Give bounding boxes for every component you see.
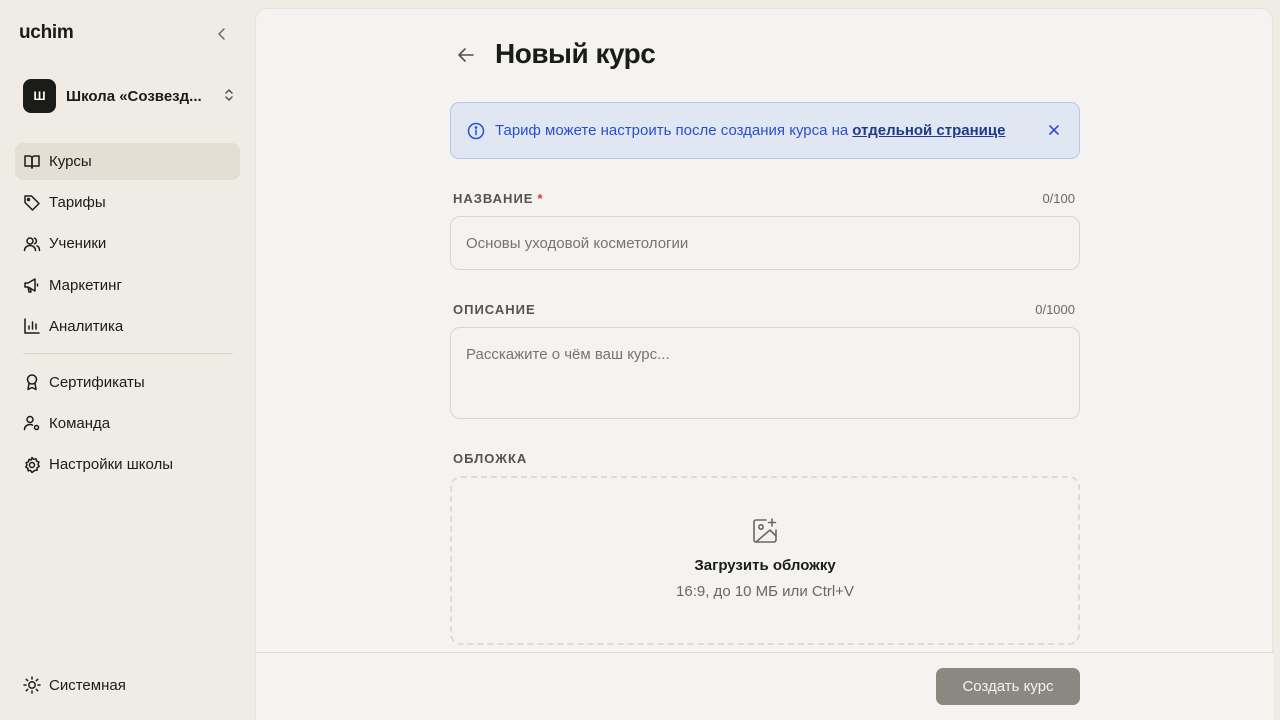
info-icon	[467, 122, 485, 140]
close-icon	[1049, 125, 1059, 135]
school-avatar: Ш	[23, 79, 56, 113]
chevron-left-icon	[218, 28, 225, 40]
course-description-input[interactable]	[450, 327, 1080, 419]
megaphone-icon	[23, 276, 41, 294]
alert-close-button[interactable]	[1045, 121, 1063, 139]
sidebar-nav: Курсы Тарифы Ученики Маркетинг Аналитика	[15, 143, 240, 487]
sidebar-item-label: Сертификаты	[49, 373, 145, 391]
sidebar-item-label: Настройки школы	[49, 456, 174, 474]
name-label: НАЗВАНИЕ *	[453, 191, 544, 206]
sidebar-item-tariffs[interactable]: Тарифы	[15, 184, 240, 221]
theme-label: Системная	[49, 676, 126, 694]
collapse-sidebar-button[interactable]	[212, 24, 232, 44]
sidebar-item-label: Маркетинг	[49, 276, 122, 294]
sidebar-item-courses[interactable]: Курсы	[15, 143, 240, 180]
school-switcher[interactable]: Ш Школа «Созвезд...	[23, 79, 235, 113]
sidebar-item-school-settings[interactable]: Настройки школы	[15, 446, 240, 483]
main-panel: Новый курс Тариф можете настроить после …	[255, 8, 1274, 720]
sidebar-item-label: Аналитика	[49, 317, 124, 335]
sidebar-item-label: Команда	[49, 414, 111, 432]
cover-label: ОБЛОЖКА	[453, 451, 528, 466]
sidebar-divider	[23, 352, 233, 354]
sidebar: uchim Ш Школа «Созвезд... Курсы Тарифы У…	[0, 0, 255, 720]
tag-icon	[23, 194, 41, 212]
upload-hint: 16:9, до 10 МБ или Ctrl+V	[676, 583, 854, 600]
description-label: ОПИСАНИЕ	[453, 302, 536, 317]
sidebar-item-certificates[interactable]: Сертификаты	[15, 364, 240, 401]
bar-chart-icon	[23, 317, 41, 335]
name-label-text: НАЗВАНИЕ	[453, 191, 534, 206]
users-icon	[23, 235, 41, 253]
info-alert: Тариф можете настроить после создания ку…	[450, 102, 1080, 159]
page-title: Новый курс	[495, 38, 656, 69]
back-button[interactable]	[456, 45, 476, 65]
sidebar-item-analytics[interactable]: Аналитика	[15, 308, 240, 345]
image-plus-icon	[751, 517, 779, 545]
sidebar-item-label: Ученики	[49, 235, 107, 253]
book-icon	[23, 153, 41, 171]
alert-link[interactable]: отдельной странице	[852, 122, 1005, 139]
description-counter: 0/1000	[1035, 302, 1075, 317]
chevron-up-down-icon	[223, 87, 235, 108]
school-name: Школа «Созвезд...	[66, 87, 202, 105]
course-name-input[interactable]	[450, 216, 1080, 270]
user-settings-icon	[23, 414, 41, 432]
sidebar-item-students[interactable]: Ученики	[15, 225, 240, 262]
gear-icon	[23, 456, 41, 474]
sidebar-item-label: Тарифы	[49, 194, 106, 212]
brand-logo: uchim	[19, 22, 74, 43]
name-counter: 0/100	[1042, 191, 1075, 206]
cover-upload-dropzone[interactable]: Загрузить обложку 16:9, до 10 МБ или Ctr…	[450, 476, 1080, 645]
sidebar-item-marketing[interactable]: Маркетинг	[15, 267, 240, 304]
footer-bar: Создать курс	[256, 652, 1274, 720]
sidebar-item-team[interactable]: Команда	[15, 405, 240, 442]
sidebar-item-label: Курсы	[49, 153, 92, 170]
upload-title: Загрузить обложку	[694, 557, 836, 574]
required-marker: *	[537, 191, 544, 206]
arrow-left-icon	[458, 48, 474, 62]
award-icon	[23, 373, 41, 391]
create-course-button[interactable]: Создать курс	[936, 668, 1080, 705]
theme-toggle[interactable]: Системная	[23, 676, 126, 694]
alert-text: Тариф можете настроить после создания ку…	[495, 122, 849, 139]
sun-icon	[23, 676, 41, 694]
